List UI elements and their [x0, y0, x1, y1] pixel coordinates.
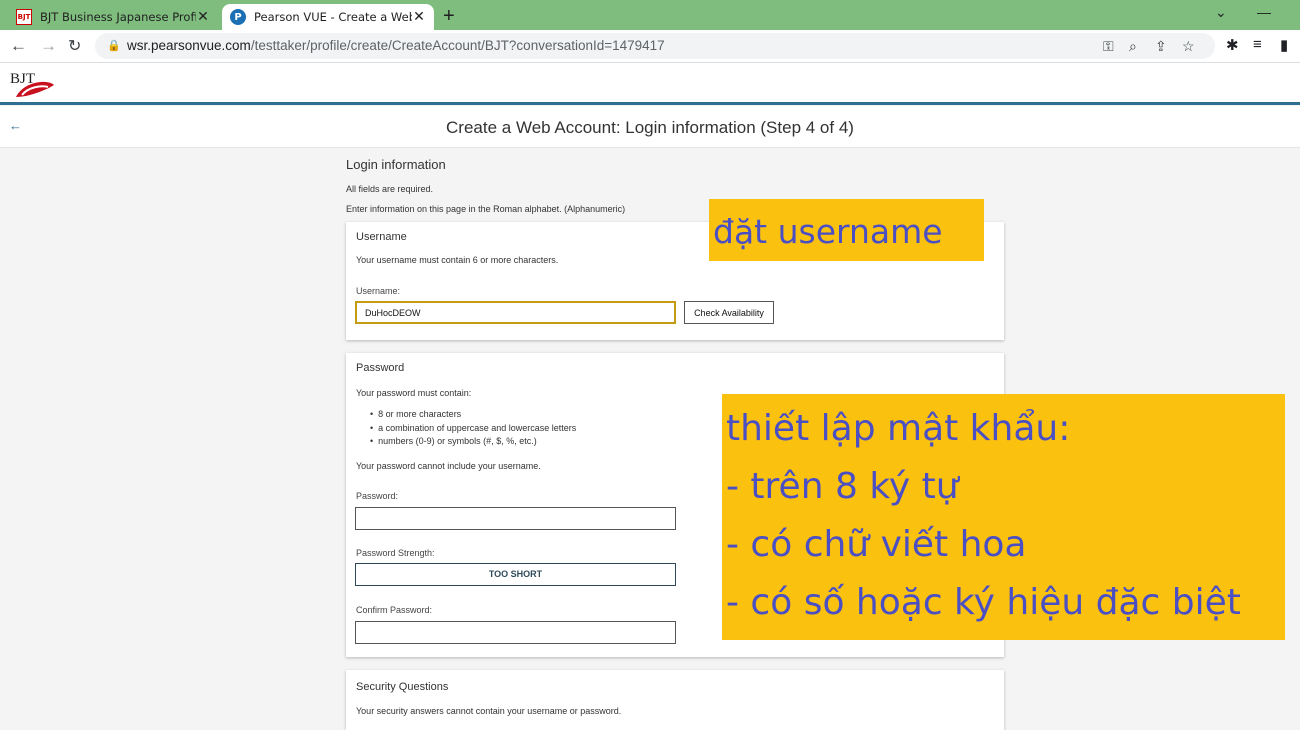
password-no-username-rule: Your password cannot include your userna…	[356, 461, 541, 471]
key-icon[interactable]: ⚿	[1103, 38, 1114, 55]
extensions-icon[interactable]: ✱	[1226, 36, 1239, 54]
confirm-password-label: Confirm Password:	[356, 605, 433, 615]
tab-bjt[interactable]: BJT BJT Business Japanese Proficienc ✕	[8, 4, 218, 30]
username-annotation: đặt username	[709, 199, 984, 261]
security-rule: Your security answers cannot contain you…	[356, 706, 622, 716]
password-strength-label: Password Strength:	[356, 548, 435, 558]
annotation-line: - trên 8 ký tự	[726, 466, 959, 507]
password-strength-meter: TOO SHORT	[355, 563, 676, 586]
close-tab-icon[interactable]: ✕	[196, 9, 210, 25]
password-input[interactable]	[355, 507, 676, 530]
annotation-line: - có chữ viết hoa	[726, 524, 1027, 565]
username-label: Username:	[356, 286, 401, 296]
bjt-favicon-icon: BJT	[16, 9, 32, 25]
annotation-line: thiết lập mật khẩu:	[726, 408, 1071, 449]
tab-title: Pearson VUE - Create a Web Acco	[254, 10, 412, 24]
confirm-password-input[interactable]	[355, 621, 676, 644]
pearson-favicon-icon: P	[230, 9, 246, 25]
username-input[interactable]	[355, 301, 676, 324]
new-tab-icon[interactable]: +	[443, 5, 455, 28]
password-label: Password:	[356, 491, 399, 501]
username-card-title: Username	[356, 231, 407, 243]
list-item: numbers (0-9) or symbols (#, $, %, etc.)	[370, 436, 576, 450]
minimize-window-icon[interactable]: —	[1257, 4, 1271, 20]
forward-icon[interactable]: →	[40, 36, 57, 56]
site-header: BJT	[0, 63, 1300, 105]
list-item: a combination of uppercase and lowercase…	[370, 423, 576, 437]
bjt-logo[interactable]: BJT	[8, 67, 58, 101]
roman-alphabet-note: Enter information on this page in the Ro…	[346, 204, 626, 214]
zoom-icon[interactable]: ⌕	[1129, 38, 1137, 55]
lock-icon: 🔒	[107, 40, 121, 52]
close-tab-icon[interactable]: ✕	[412, 9, 426, 25]
reload-icon[interactable]: ↻	[68, 36, 81, 56]
security-card-title: Security Questions	[356, 681, 449, 693]
password-card-title: Password	[356, 362, 405, 374]
required-note: All fields are required.	[346, 184, 434, 194]
page-title-bar: ← Create a Web Account: Login informatio…	[0, 106, 1300, 148]
url-text: wsr.pearsonvue.com/testtaker/profile/cre…	[127, 38, 665, 53]
page-title: Create a Web Account: Login information …	[446, 118, 854, 137]
password-requirements: 8 or more characters a combination of up…	[370, 409, 576, 450]
address-bar[interactable]: 🔒 wsr.pearsonvue.com/testtaker/profile/c…	[95, 33, 1215, 59]
annotation-line: - có số hoặc ký hiệu đặc biệt	[726, 582, 1241, 623]
password-intro: Your password must contain:	[356, 388, 472, 398]
browser-toolbar: ← → ↻ 🔒 wsr.pearsonvue.com/testtaker/pro…	[0, 30, 1300, 63]
side-panel-icon[interactable]: ▮	[1280, 36, 1288, 54]
list-item: 8 or more characters	[370, 409, 576, 423]
bookmark-star-icon[interactable]: ☆	[1182, 38, 1195, 55]
username-rule: Your username must contain 6 or more cha…	[356, 255, 559, 265]
tab-search-icon[interactable]: ⌄	[1215, 4, 1227, 21]
check-availability-button[interactable]: Check Availability	[684, 301, 774, 324]
back-icon[interactable]: ←	[10, 36, 27, 56]
tab-title: BJT Business Japanese Proficienc	[40, 10, 196, 24]
tab-pearson-vue[interactable]: P Pearson VUE - Create a Web Acco ✕	[222, 4, 434, 30]
security-questions-card: Security Questions Your security answers…	[346, 670, 1004, 730]
reading-list-icon[interactable]: ≡	[1253, 36, 1262, 53]
password-annotation: thiết lập mật khẩu: - trên 8 ký tự - có …	[722, 394, 1285, 640]
section-title: Login information	[346, 157, 446, 172]
browser-tab-strip: BJT BJT Business Japanese Proficienc ✕ P…	[0, 0, 1300, 30]
share-icon[interactable]: ⇪	[1155, 38, 1167, 55]
